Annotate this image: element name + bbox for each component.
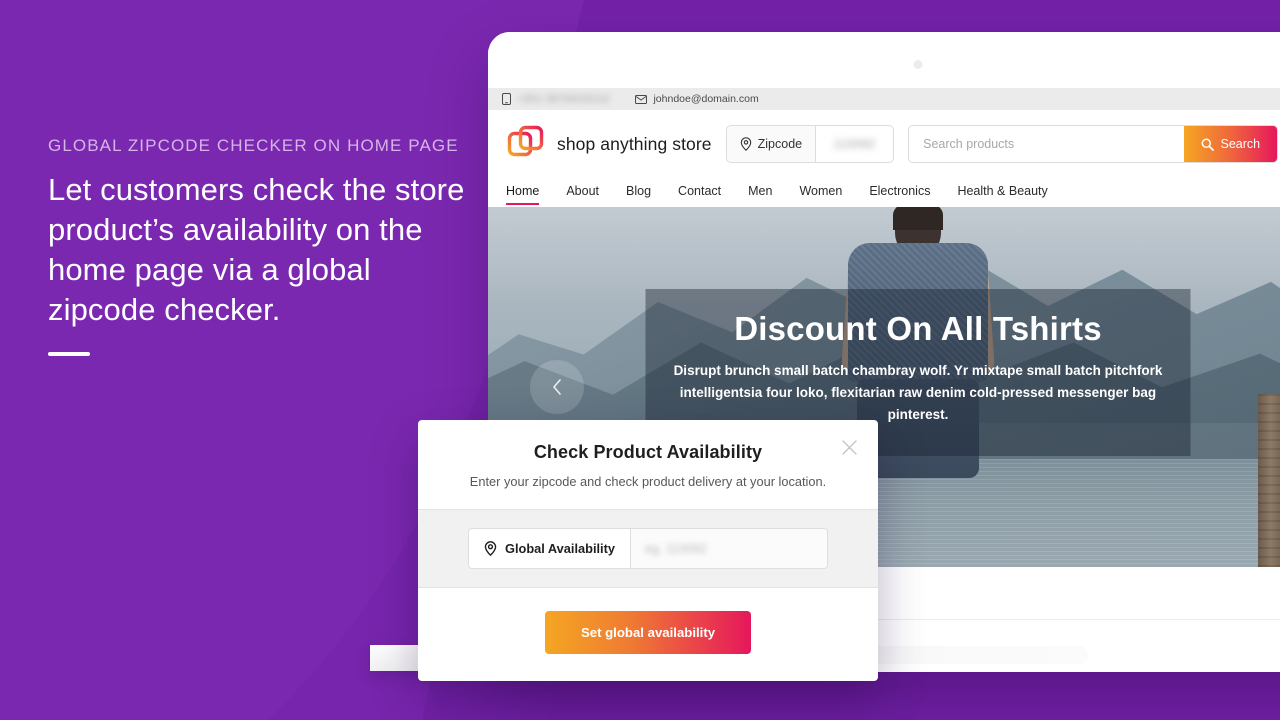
product-search[interactable]: Search xyxy=(908,125,1279,163)
location-pin-icon xyxy=(740,137,752,151)
zipcode-label-text: Zipcode xyxy=(757,137,803,151)
brand-logo[interactable]: shop anything store xyxy=(506,124,712,164)
envelope-icon xyxy=(635,94,648,104)
nav-item-blog[interactable]: Blog xyxy=(626,178,651,207)
modal-title: Check Product Availability xyxy=(533,442,763,462)
modal-close-button[interactable] xyxy=(838,436,860,458)
modal-subtitle: Enter your zipcode and check product del… xyxy=(469,474,827,489)
promo-divider xyxy=(48,352,90,356)
modal-footer: Set global availability xyxy=(418,588,878,681)
camera-dot-icon xyxy=(913,60,923,69)
promo-copy: GLOBAL ZIPCODE CHECKER ON HOME PAGE Let … xyxy=(48,136,478,356)
main-navigation: Home About Blog Contact Men Women Electr… xyxy=(488,176,1280,207)
search-button-label: Search xyxy=(1220,137,1261,151)
modal-header: Check Product Availability Enter your zi… xyxy=(418,420,878,509)
nav-item-electronics[interactable]: Electronics xyxy=(869,178,930,207)
nav-item-home[interactable]: Home xyxy=(506,178,540,207)
zipcode-entry-input[interactable] xyxy=(631,529,827,568)
topbar-phone-number: +951 9876543210 xyxy=(517,93,610,105)
hero-subtitle: Disrupt brunch small batch chambray wolf… xyxy=(673,362,1163,422)
nav-item-women[interactable]: Women xyxy=(799,178,842,207)
close-x-icon xyxy=(841,439,858,456)
mobile-phone-icon xyxy=(502,93,511,105)
nav-item-men[interactable]: Men xyxy=(748,178,772,207)
wooden-post xyxy=(1258,394,1280,567)
zipcode-value[interactable]: 110092 xyxy=(815,126,893,162)
site-header: shop anything store Zipcode 110092 Searc… xyxy=(488,110,1280,176)
magnifier-icon xyxy=(1201,138,1215,151)
hero-title: Discount On All Tshirts xyxy=(734,310,1102,347)
global-availability-label-text: Global Availability xyxy=(505,541,615,556)
person-hair xyxy=(893,207,943,230)
promo-headline: Let customers check the store product’s … xyxy=(48,172,465,327)
overlapping-squares-logo xyxy=(506,124,546,164)
topbar-email-address[interactable]: johndoe@domain.com xyxy=(653,93,758,105)
zipcode-label: Zipcode xyxy=(726,126,816,162)
location-pin-icon xyxy=(484,541,497,557)
set-global-availability-button[interactable]: Set global availability xyxy=(544,611,752,654)
utility-topbar: +951 9876543210 johndoe@domain.com Sell … xyxy=(488,88,1280,110)
availability-modal: Check Product Availability Enter your zi… xyxy=(418,420,878,681)
zipcode-group[interactable]: Zipcode 110092 xyxy=(725,125,895,163)
carousel-prev-button[interactable] xyxy=(530,360,584,414)
global-availability-field[interactable]: Global Availability xyxy=(468,528,828,569)
nav-item-contact[interactable]: Contact xyxy=(678,178,721,207)
nav-item-about[interactable]: About xyxy=(566,178,599,207)
chevron-left-icon xyxy=(550,378,564,396)
topbar-email: johndoe@domain.com xyxy=(635,93,759,105)
topbar-phone: +951 9876543210 xyxy=(502,93,609,105)
modal-body: Global Availability xyxy=(418,509,878,588)
nav-item-health-beauty[interactable]: Health & Beauty xyxy=(957,178,1047,207)
global-availability-label: Global Availability xyxy=(469,529,631,568)
search-button[interactable]: Search xyxy=(1184,126,1278,162)
brand-name: shop anything store xyxy=(557,133,712,154)
zipcode-value-text: 110092 xyxy=(833,137,876,151)
promo-eyebrow: GLOBAL ZIPCODE CHECKER ON HOME PAGE xyxy=(48,136,459,155)
search-input[interactable] xyxy=(909,126,1185,162)
device-bezel xyxy=(488,32,1280,88)
